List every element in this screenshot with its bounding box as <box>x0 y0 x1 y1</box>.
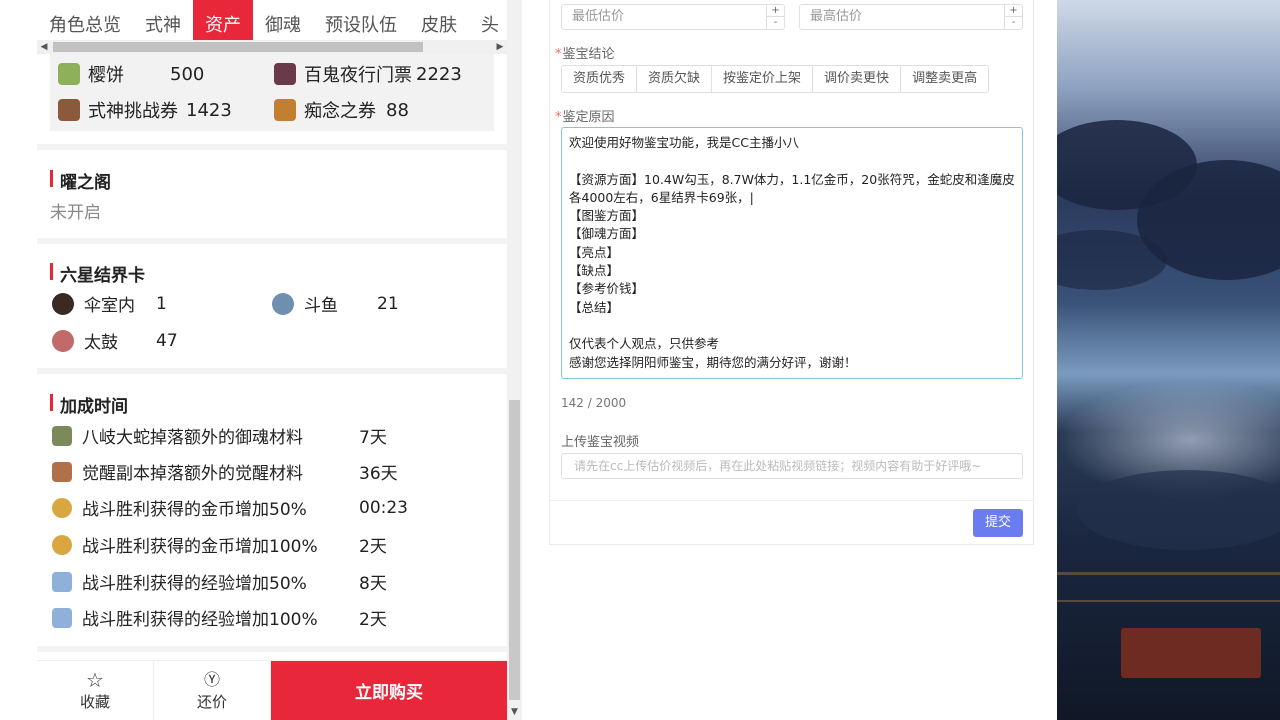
minus-icon[interactable]: - <box>767 17 784 29</box>
yao-pavilion-status: 未开启 <box>50 203 101 223</box>
gold-coin-icon <box>52 497 72 518</box>
scroll-down-icon[interactable]: ▼ <box>507 705 522 720</box>
tab-skins[interactable]: 皮肤 <box>409 0 469 40</box>
exp-potion-icon <box>52 571 72 592</box>
night-parade-ticket-icon <box>274 63 296 85</box>
bottom-action-bar: ☆ 收藏 Ⓨ 还价 立即购买 <box>37 660 507 720</box>
shikigami-challenge-ticket-icon <box>58 99 80 121</box>
taiko-drum-icon <box>52 329 74 352</box>
buff-item: 觉醒副本掉落额外的觉醒材料 36天 <box>52 459 492 484</box>
scroll-left-icon[interactable]: ◀ <box>37 40 51 54</box>
resource-item: 痴念之券 88 <box>274 97 409 123</box>
conclusion-label: *鉴宝结论 <box>555 47 615 62</box>
plus-icon[interactable]: + <box>767 5 784 17</box>
vertical-scrollbar[interactable]: ▼ <box>507 0 522 720</box>
tab-preset-team[interactable]: 预设队伍 <box>313 0 409 40</box>
plus-icon[interactable]: + <box>1005 5 1022 17</box>
char-counter: 142 / 2000 <box>561 396 627 410</box>
section-divider <box>37 144 507 150</box>
minus-icon[interactable]: - <box>1005 17 1022 29</box>
conclusion-options: 资质优秀 资质欠缺 按鉴定价上架 调价卖更快 调整卖更高 <box>561 65 990 93</box>
tabs-horizontal-scrollbar[interactable]: ◀ ▶ <box>37 40 507 54</box>
sakura-cake-icon <box>58 63 80 85</box>
exp-potion-icon <box>52 607 72 628</box>
gold-coin-icon <box>52 534 72 555</box>
min-price-input[interactable]: 最低估价 + - <box>561 4 785 30</box>
buff-item: 战斗胜利获得的经验增加100% 2天 <box>52 605 492 630</box>
umbrella-room-icon <box>52 292 74 315</box>
counter-offer-button[interactable]: Ⓨ 还价 <box>154 661 271 720</box>
video-link-input[interactable]: 请先在cc上传估价视频后，再在此处粘贴视频链接；视频内容有助于好评哦~ <box>561 453 1023 479</box>
section-title-six-star-cards: 六星结界卡 <box>50 261 145 286</box>
star-icon: ☆ <box>86 668 104 692</box>
douyu-icon <box>272 292 294 315</box>
scrollbar-thumb[interactable] <box>509 400 520 700</box>
buff-item: 八岐大蛇掉落额外的御魂材料 7天 <box>52 423 492 448</box>
tab-shikigami[interactable]: 式神 <box>133 0 193 40</box>
screen: 角色总览 式神 资产 御魂 预设队伍 皮肤 头 ◀ ▶ 樱饼 500 百鬼夜行门… <box>0 0 1280 720</box>
scrollbar-thumb[interactable] <box>53 42 423 52</box>
submit-button[interactable]: 提交 <box>973 509 1023 537</box>
video-label: 上传鉴宝视频 <box>561 435 640 450</box>
obsession-ticket-icon <box>274 99 296 121</box>
orochi-material-icon <box>52 425 72 446</box>
reason-label: *鉴定原因 <box>555 110 615 125</box>
min-price-stepper[interactable]: + - <box>766 5 784 29</box>
resource-item: 式神挑战券 1423 <box>58 97 232 123</box>
section-title-buff-time: 加成时间 <box>50 392 128 417</box>
resource-item: 百鬼夜行门票 2223 <box>274 61 462 87</box>
conclusion-option[interactable]: 调价卖更快 <box>813 66 902 92</box>
section-title-yao-pavilion: 曜之阁 <box>50 168 111 193</box>
buy-now-button[interactable]: 立即购买 <box>271 661 507 720</box>
max-price-input[interactable]: 最高估价 + - <box>799 4 1023 30</box>
yen-icon: Ⓨ <box>203 670 220 689</box>
buff-item: 战斗胜利获得的金币增加100% 2天 <box>52 532 492 557</box>
tab-overview[interactable]: 角色总览 <box>37 0 133 40</box>
barrier-card-item: 伞室内 1 <box>52 291 167 316</box>
tab-avatar[interactable]: 头 <box>469 0 507 40</box>
account-detail-panel: 角色总览 式神 资产 御魂 预设队伍 皮肤 头 ◀ ▶ 樱饼 500 百鬼夜行门… <box>0 0 522 720</box>
background-scenery <box>1057 0 1280 720</box>
buff-item: 战斗胜利获得的经验增加50% 8天 <box>52 569 492 594</box>
tab-assets[interactable]: 资产 <box>193 0 253 40</box>
section-divider <box>37 238 507 244</box>
conclusion-option[interactable]: 资质欠缺 <box>637 66 713 92</box>
required-mark: * <box>555 110 562 125</box>
section-divider <box>37 368 507 374</box>
barrier-card-item: 斗鱼 21 <box>272 291 399 316</box>
category-tabs: 角色总览 式神 资产 御魂 预设队伍 皮肤 头 <box>37 0 507 40</box>
conclusion-option[interactable]: 资质优秀 <box>562 66 638 92</box>
scroll-right-icon[interactable]: ▶ <box>493 40 507 54</box>
awaken-material-icon <box>52 461 72 482</box>
buff-item: 战斗胜利获得的金币增加50% 00:23 <box>52 495 492 520</box>
conclusion-option[interactable]: 调整卖更高 <box>901 66 988 92</box>
reason-textarea[interactable]: 欢迎使用好物鉴宝功能，我是CC主播小八 【资源方面】10.4W勾玉，8.7W体力… <box>561 127 1023 379</box>
resource-item: 樱饼 500 <box>58 61 204 87</box>
barrier-card-item: 太鼓 47 <box>52 328 178 353</box>
tab-mitama[interactable]: 御魂 <box>253 0 313 40</box>
section-divider <box>37 646 507 652</box>
max-price-stepper[interactable]: + - <box>1004 5 1022 29</box>
favorite-button[interactable]: ☆ 收藏 <box>37 661 154 720</box>
conclusion-option[interactable]: 按鉴定价上架 <box>712 66 814 92</box>
required-mark: * <box>555 47 562 62</box>
